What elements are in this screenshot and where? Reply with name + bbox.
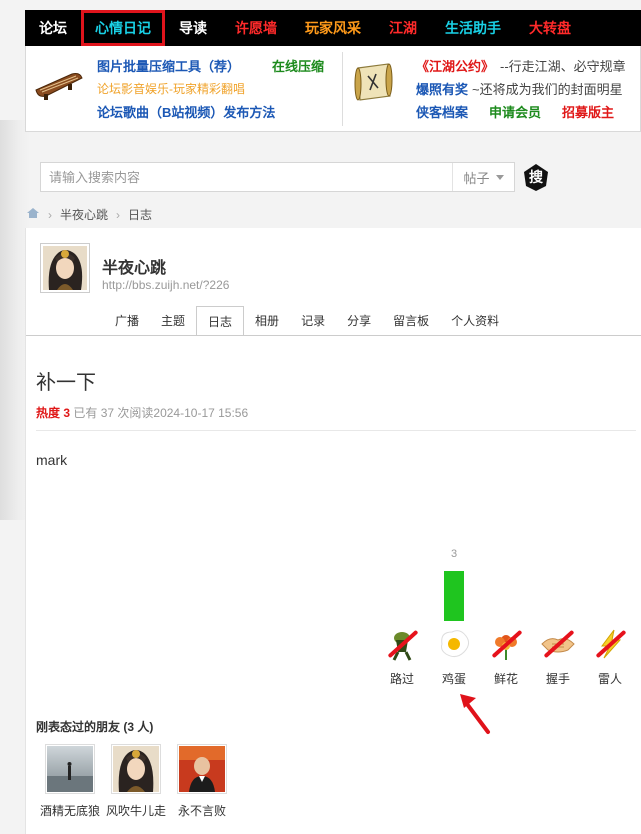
search-seal-icon: 搜	[524, 164, 548, 191]
meta-divider	[36, 430, 636, 431]
photo-reward-description: ~还将成为我们的封面明星	[472, 82, 623, 97]
reaction-label: 握手	[545, 672, 570, 686]
friends-title: 刚表态过的朋友 (3 人)	[36, 720, 154, 734]
search-type-label: 帖子	[463, 170, 490, 186]
link-media-entertainment[interactable]: 论坛影音娱乐-玩家精彩翻唱	[97, 80, 245, 97]
link-photo-reward[interactable]: 爆照有奖	[416, 79, 468, 98]
tab-topics[interactable]: 主题	[150, 306, 196, 336]
link-recruit-moderator[interactable]: 招募版主	[562, 102, 614, 121]
nav-item-life-helper[interactable]: 生活助手	[431, 10, 515, 46]
profile-name[interactable]: 半夜心跳	[102, 254, 166, 278]
post-body: mark	[36, 452, 68, 468]
search-bar: 帖子	[40, 162, 515, 192]
nav-item-wheel[interactable]: 大转盘	[515, 10, 585, 46]
post-meta: 热度 3 已有 37 次阅读2024-10-17 15:56	[36, 404, 248, 421]
egg-count-bar	[444, 571, 464, 621]
reaction-lightning[interactable]: 雷人	[586, 626, 634, 687]
search-type-select[interactable]: 帖子	[452, 163, 514, 191]
top-nav: 论坛 心情日记 导读 许愿墙 玩家风采 江湖 生活助手 大转盘	[25, 10, 641, 46]
tab-broadcast[interactable]: 广播	[104, 306, 150, 336]
profile-tabs: 广播 主题 日志 相册 记录 分享 留言板 个人资料	[104, 306, 510, 336]
egg-count-label: 3	[450, 548, 458, 560]
banner-divider	[342, 52, 343, 126]
heat-value: 3	[63, 406, 71, 420]
reaction-egg[interactable]: 鸡蛋	[430, 626, 478, 687]
breadcrumb-user[interactable]: 半夜心跳	[60, 206, 108, 223]
pact-description: --行走江湖、必守规章	[500, 59, 626, 74]
red-arrow-annotation	[456, 690, 496, 736]
lightning-icon	[590, 626, 630, 662]
post-title: 补一下	[36, 372, 96, 394]
friend-name[interactable]: 永不言败	[168, 802, 236, 819]
reaction-handshake[interactable]: 握手	[534, 626, 582, 687]
read-count-date: 已有 37 次阅读2024-10-17 15:56	[73, 406, 249, 420]
passerby-icon	[382, 626, 422, 662]
friend-name[interactable]: 酒精无底狼	[36, 802, 104, 819]
nav-item-mood-diary[interactable]: 心情日记	[81, 10, 165, 46]
reaction-label: 雷人	[597, 672, 622, 686]
reaction-label: 路过	[389, 672, 414, 686]
friend-item[interactable]: 酒精无底狼	[36, 744, 104, 819]
handshake-icon	[538, 626, 578, 662]
search-glyph: 搜	[529, 169, 544, 186]
main-panel: 半夜心跳 http://bbs.zuijh.net/?226 广播 主题 日志 …	[25, 228, 641, 834]
tab-profile[interactable]: 个人资料	[440, 306, 510, 336]
link-online-compress[interactable]: 在线压缩	[272, 56, 324, 75]
chevron-right-icon: ›	[48, 207, 52, 222]
breadcrumb-diary[interactable]: 日志	[128, 206, 152, 223]
tab-diary[interactable]: 日志	[196, 306, 245, 336]
nav-item-player-style[interactable]: 玩家风采	[291, 10, 375, 46]
link-hero-archive[interactable]: 侠客档案	[416, 102, 468, 121]
link-song-publish-method[interactable]: 论坛歌曲（B站视频）发布方法	[97, 102, 275, 121]
friend-item[interactable]: 永不言败	[168, 744, 236, 819]
nav-item-guide[interactable]: 导读	[165, 10, 221, 46]
egg-icon	[434, 626, 474, 662]
avatar[interactable]	[40, 243, 90, 293]
link-image-compress-tool[interactable]: 图片批量压缩工具（荐）	[97, 56, 240, 75]
reaction-passerby[interactable]: 路过	[378, 626, 426, 687]
tab-message-board[interactable]: 留言板	[382, 306, 440, 336]
friend-avatar[interactable]	[177, 744, 227, 794]
nav-item-jianghu[interactable]: 江湖	[375, 10, 431, 46]
heat-label: 热度	[36, 406, 61, 420]
friend-avatar[interactable]	[45, 744, 95, 794]
home-icon[interactable]	[26, 207, 40, 222]
reaction-flower[interactable]: 鲜花	[482, 626, 530, 687]
chevron-right-icon: ›	[116, 207, 121, 222]
nav-item-forum[interactable]: 论坛	[25, 10, 81, 46]
friend-item[interactable]: 风吹牛儿走	[102, 744, 170, 819]
tab-album[interactable]: 相册	[244, 306, 290, 336]
search-button[interactable]: 搜	[522, 162, 550, 192]
profile-url[interactable]: http://bbs.zuijh.net/?226	[102, 278, 229, 292]
friend-name[interactable]: 风吹牛儿走	[102, 802, 170, 819]
scroll-icon	[350, 60, 396, 104]
search-input[interactable]	[41, 163, 452, 191]
tab-records[interactable]: 记录	[290, 306, 336, 336]
tab-share[interactable]: 分享	[336, 306, 382, 336]
nav-item-wish-wall[interactable]: 许愿墙	[221, 10, 291, 46]
link-apply-member[interactable]: 申请会员	[489, 102, 541, 121]
breadcrumb: › 半夜心跳 › 日志	[26, 206, 152, 223]
tab-divider	[26, 335, 641, 336]
reaction-label: 鸡蛋	[441, 672, 466, 686]
banner: 图片批量压缩工具（荐） 在线压缩 论坛影音娱乐-玩家精彩翻唱 论坛歌曲（B站视频…	[25, 46, 641, 132]
friend-avatar[interactable]	[111, 744, 161, 794]
chevron-down-icon	[495, 174, 504, 180]
guqin-icon	[32, 66, 84, 102]
link-jianghu-pact[interactable]: 《江湖公约》	[416, 56, 494, 75]
reaction-label: 鲜花	[493, 672, 518, 686]
flower-icon	[486, 626, 526, 662]
